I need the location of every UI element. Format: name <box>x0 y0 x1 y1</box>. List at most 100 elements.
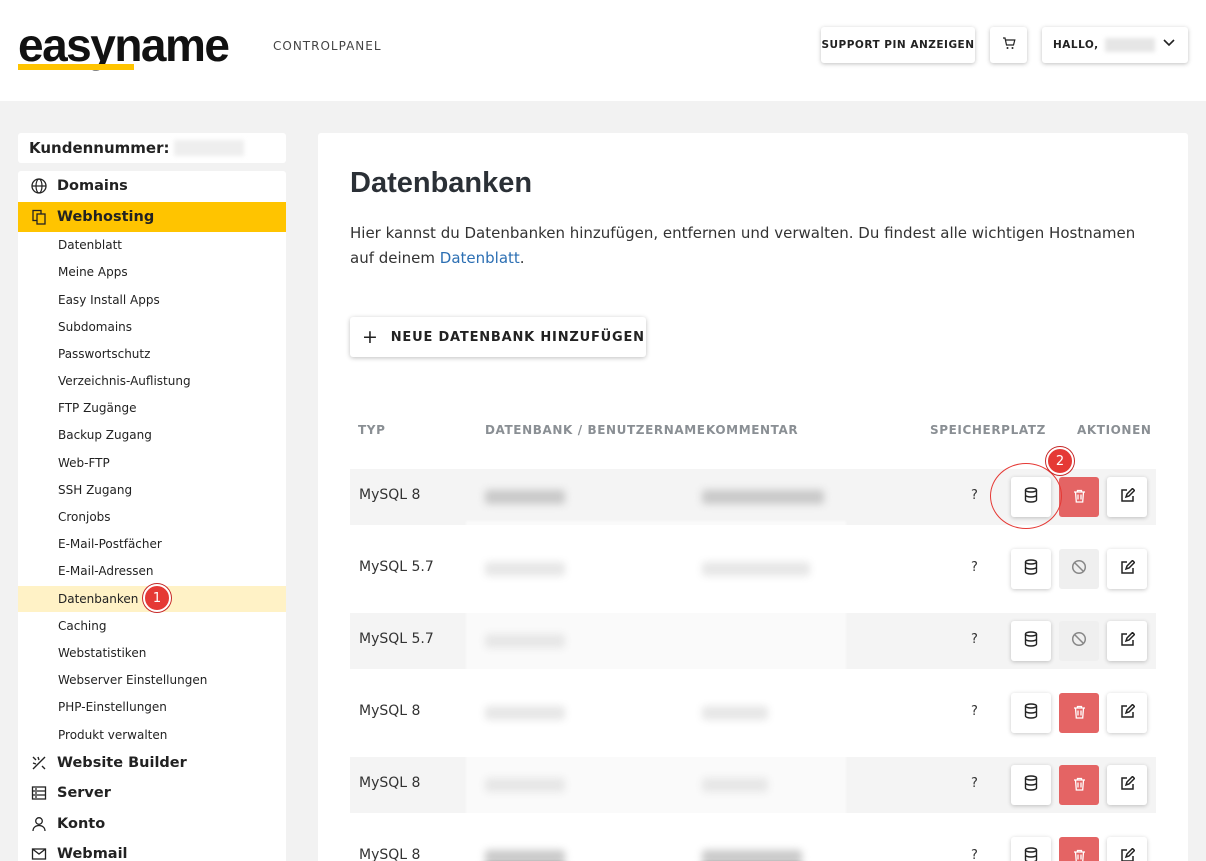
easyname-logo[interactable]: easyname <box>18 22 230 68</box>
db-type: MySQL 8 <box>359 775 421 791</box>
delete-button[interactable] <box>1059 837 1099 861</box>
edit-icon <box>1120 558 1136 579</box>
column-header-speicherplatz: SPEICHERPLATZ <box>930 423 1046 437</box>
db-type: MySQL 8 <box>359 847 421 861</box>
logo-underline <box>18 64 134 70</box>
sidebar-item-label: Website Builder <box>57 755 187 771</box>
db-type: MySQL 5.7 <box>359 559 434 575</box>
customer-number: Kundennummer: <box>18 133 286 163</box>
sidebar-subitem-webserver-einstellungen[interactable]: Webserver Einstellungen <box>18 667 286 693</box>
sidebar-subitem-ftp-zugaenge[interactable]: FTP Zugänge <box>18 395 286 421</box>
mail-icon <box>30 845 48 861</box>
globe-icon <box>30 177 48 195</box>
add-database-label: NEUE DATENBANK HINZUFÜGEN <box>390 329 645 345</box>
ban-icon <box>1071 559 1087 579</box>
sidebar-subitem-web-ftp[interactable]: Web-FTP <box>18 450 286 476</box>
customer-number-redacted <box>173 140 244 156</box>
database-manage-button[interactable] <box>1011 693 1051 733</box>
storage-value: ? <box>971 488 978 503</box>
database-icon <box>1024 559 1038 579</box>
user-icon <box>30 815 48 833</box>
cart-icon <box>1002 37 1016 53</box>
database-icon <box>1024 775 1038 795</box>
user-menu-button[interactable]: HALLO, <box>1042 27 1188 63</box>
ban-icon <box>1071 631 1087 651</box>
edit-icon <box>1120 846 1136 861</box>
column-header-datenbank: DATENBANK / BENUTZERNAME <box>485 423 706 437</box>
edit-button[interactable] <box>1107 477 1147 517</box>
copy-icon <box>30 208 48 226</box>
sidebar-subitem-backup-zugang[interactable]: Backup Zugang <box>18 422 286 448</box>
database-icon <box>1024 847 1038 861</box>
add-database-button[interactable]: + NEUE DATENBANK HINZUFÜGEN <box>350 317 646 357</box>
column-header-aktionen: AKTIONEN <box>1077 423 1152 437</box>
edit-button[interactable] <box>1107 549 1147 589</box>
sidebar-subitem-ssh-zugang[interactable]: SSH Zugang <box>18 477 286 503</box>
column-header-kommentar: KOMMENTAR <box>706 423 799 437</box>
page-description: Hier kannst du Datenbanken hinzufügen, e… <box>350 221 1140 271</box>
column-header-typ: TYP <box>358 423 386 437</box>
edit-icon <box>1120 774 1136 795</box>
db-type: MySQL 8 <box>359 703 421 719</box>
db-type: MySQL 8 <box>359 487 421 503</box>
sidebar-item-server[interactable]: Server <box>18 778 286 808</box>
sidebar-subitem-passwortschutz[interactable]: Passwortschutz <box>18 341 286 367</box>
sidebar-subitem-php-einstellungen[interactable]: PHP-Einstellungen <box>18 694 286 720</box>
edit-button[interactable] <box>1107 765 1147 805</box>
storage-value: ? <box>971 848 978 861</box>
sidebar-subitem-verzeichnis-auflistung[interactable]: Verzeichnis-Auflistung <box>18 368 286 394</box>
storage-value: ? <box>971 632 978 647</box>
storage-value: ? <box>971 560 978 575</box>
comment-redacted <box>702 490 824 504</box>
sidebar-item-domains[interactable]: Domains <box>18 171 286 201</box>
sidebar-subitem-produkt-verwalten[interactable]: Produkt verwalten <box>18 722 286 748</box>
sidebar-subitem-meine-apps[interactable]: Meine Apps <box>18 259 286 285</box>
edit-icon <box>1120 630 1136 651</box>
sidebar-subitem-email-adressen[interactable]: E-Mail-Adressen <box>18 558 286 584</box>
trash-icon <box>1073 704 1086 723</box>
description-suffix: . <box>519 249 525 267</box>
sidebar-subitem-email-postfaecher[interactable]: E-Mail-Postfächer <box>18 531 286 557</box>
sidebar-subitem-cronjobs[interactable]: Cronjobs <box>18 504 286 530</box>
sidebar-subitem-subdomains[interactable]: Subdomains <box>18 314 286 340</box>
database-icon <box>1024 631 1038 651</box>
annotation-badge-1: 1 <box>143 584 171 612</box>
delete-button[interactable] <box>1059 765 1099 805</box>
database-manage-button[interactable] <box>1011 621 1051 661</box>
database-manage-button[interactable] <box>1011 765 1051 805</box>
sidebar-subitem-datenblatt[interactable]: Datenblatt <box>18 232 286 258</box>
delete-button[interactable] <box>1059 477 1099 517</box>
sidebar-item-konto[interactable]: Konto <box>18 809 286 839</box>
controlpanel-label: CONTROLPANEL <box>273 39 382 53</box>
sidebar-item-website-builder[interactable]: Website Builder <box>18 748 286 778</box>
sidebar-subitem-webstatistiken[interactable]: Webstatistiken <box>18 640 286 666</box>
sidebar-item-label: Server <box>57 785 111 801</box>
chevron-down-icon <box>1163 38 1175 50</box>
edit-button[interactable] <box>1107 621 1147 661</box>
cart-button[interactable] <box>990 27 1027 63</box>
customer-number-label: Kundennummer: <box>29 139 170 157</box>
sidebar-item-label: Webmail <box>57 846 128 861</box>
database-icon <box>1024 703 1038 723</box>
db-type: MySQL 5.7 <box>359 631 434 647</box>
edit-icon <box>1120 702 1136 723</box>
datenblatt-link[interactable]: Datenblatt <box>440 249 520 267</box>
page-title: Datenbanken <box>350 167 533 199</box>
top-header: easyname CONTROLPANEL SUPPORT PIN ANZEIG… <box>0 0 1206 101</box>
username-redacted <box>1104 38 1155 52</box>
database-manage-button[interactable] <box>1011 837 1051 861</box>
sidebar-item-webhosting[interactable]: Webhosting <box>18 202 286 232</box>
trash-icon <box>1073 848 1086 861</box>
sidebar-subitem-caching[interactable]: Caching <box>18 613 286 639</box>
delete-disabled-button <box>1059 549 1099 589</box>
support-pin-button[interactable]: SUPPORT PIN ANZEIGEN <box>821 27 975 63</box>
database-manage-button[interactable] <box>1011 549 1051 589</box>
trash-icon <box>1073 488 1086 507</box>
greeting-label: HALLO, <box>1053 39 1099 51</box>
sidebar-subitem-easy-install-apps[interactable]: Easy Install Apps <box>18 287 286 313</box>
delete-button[interactable] <box>1059 693 1099 733</box>
sidebar-item-webmail[interactable]: Webmail <box>18 839 286 861</box>
edit-icon <box>1120 486 1136 507</box>
edit-button[interactable] <box>1107 693 1147 733</box>
edit-button[interactable] <box>1107 837 1147 861</box>
